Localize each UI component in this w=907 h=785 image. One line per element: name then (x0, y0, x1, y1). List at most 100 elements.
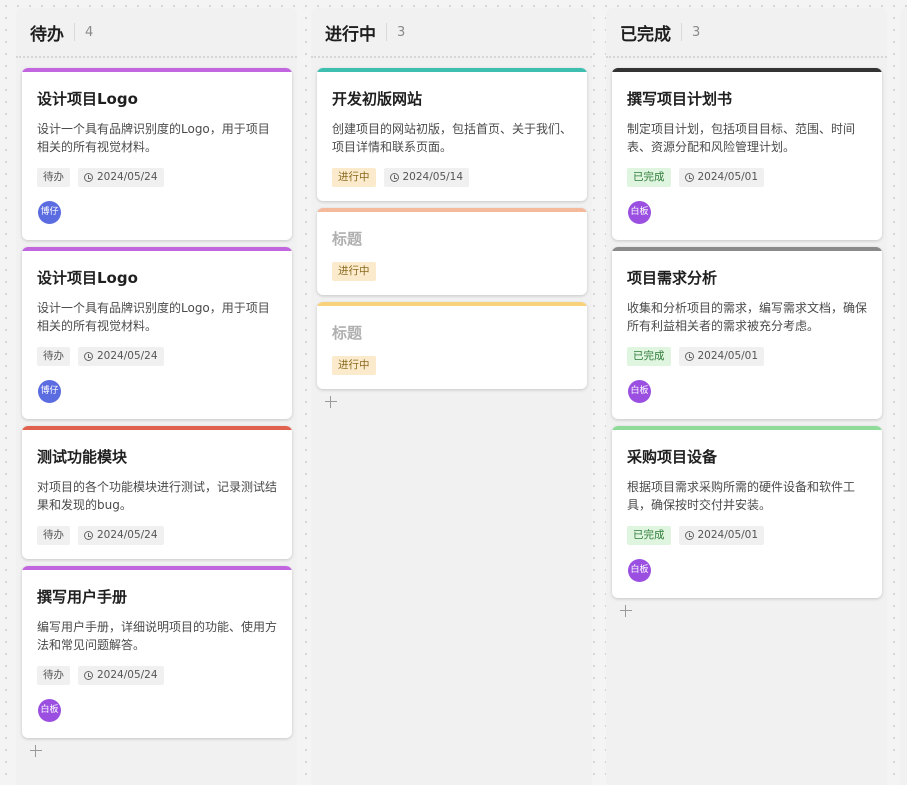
date-badge: 2024/05/01 (678, 168, 765, 187)
card-title: 项目需求分析 (627, 269, 718, 287)
card-tags: 待办 2024/05/24 (37, 526, 278, 545)
card-tags: 待办 2024/05/24 (37, 168, 278, 187)
header-divider (681, 23, 682, 41)
card-color-bar (22, 68, 292, 72)
date-badge: 2024/05/24 (78, 666, 164, 685)
column-next-edge (900, 8, 907, 785)
task-card[interactable]: 项目需求分析 收集和分析项目的需求，编写需求文档，确保所有利益相关者的需求被充分… (612, 247, 882, 419)
task-card[interactable]: 设计项目Logo 设计一个具有品牌识别度的Logo，用于项目相关的所有视觉材料。… (22, 247, 292, 419)
card-tags: 已完成 2024/05/01 (627, 168, 868, 187)
task-card[interactable]: 采购项目设备 根据项目需求采购所需的硬件设备和软件工具，确保按时交付并安装。 已… (612, 426, 882, 598)
date-badge: 2024/05/24 (78, 347, 164, 366)
task-card[interactable]: 开发初版网站 创建项目的网站初版，包括首页、关于我们、项目详情和联系页面。 进行… (317, 68, 587, 201)
status-badge: 进行中 (332, 168, 376, 187)
card-title: 开发初版网站 (332, 90, 423, 108)
task-card[interactable]: 标题 进行中 (317, 302, 587, 389)
card-description: 创建项目的网站初版，包括首页、关于我们、项目详情和联系页面。 (332, 122, 573, 154)
column-header: 进行中 3 (311, 8, 592, 58)
status-badge: 待办 (37, 347, 70, 366)
status-badge: 待办 (37, 666, 70, 685)
card-color-bar (317, 68, 587, 72)
date-text: 2024/05/01 (697, 350, 759, 362)
card-color-bar (612, 426, 882, 430)
add-card-icon[interactable] (620, 605, 632, 617)
card-description: 编写用户手册，详细说明项目的功能、使用方法和常见问题解答。 (37, 620, 278, 652)
card-color-bar (317, 302, 587, 306)
column-title: 已完成 (620, 24, 671, 45)
clock-icon (84, 173, 93, 182)
add-card-icon[interactable] (30, 745, 42, 757)
date-badge: 2024/05/01 (678, 526, 765, 545)
card-description: 设计一个具有品牌识别度的Logo，用于项目相关的所有视觉材料。 (37, 122, 270, 154)
task-card[interactable]: 设计项目Logo 设计一个具有品牌识别度的Logo，用于项目相关的所有视觉材料。… (22, 68, 292, 240)
task-card[interactable]: 标题 进行中 (317, 208, 587, 295)
card-description: 根据项目需求采购所需的硬件设备和软件工具，确保按时交付并安装。 (627, 480, 856, 512)
date-text: 2024/05/14 (402, 171, 464, 183)
date-text: 2024/05/24 (97, 171, 158, 183)
column-title: 进行中 (325, 24, 376, 45)
card-title: 撰写项目计划书 (627, 90, 733, 108)
clock-icon (84, 671, 93, 680)
column-count: 4 (85, 24, 94, 40)
clock-icon (389, 173, 399, 182)
column-header: 已完成 3 (606, 8, 887, 58)
card-tags: 已完成 2024/05/01 (627, 526, 868, 545)
card-tags: 待办 2024/05/24 (37, 347, 278, 366)
column-count: 3 (692, 24, 701, 40)
column-title: 待办 (30, 24, 64, 45)
card-description: 对项目的各个功能模块进行测试，记录测试结果和发现的bug。 (37, 480, 278, 512)
status-badge: 待办 (37, 168, 70, 187)
date-badge: 2024/05/24 (78, 168, 164, 187)
clock-icon (684, 531, 694, 540)
card-tags: 进行中 (332, 262, 573, 281)
avatar[interactable]: 白板 (628, 201, 651, 224)
card-title: 设计项目Logo (37, 90, 138, 108)
column-header: 待办 4 (16, 8, 297, 58)
card-description: 收集和分析项目的需求，编写需求文档，确保所有利益相关者的需求被充分考虑。 (627, 301, 868, 333)
clock-icon (84, 531, 93, 540)
task-card[interactable]: 测试功能模块 对项目的各个功能模块进行测试，记录测试结果和发现的bug。 待办 … (22, 426, 292, 559)
avatar[interactable]: 白板 (628, 559, 651, 582)
task-card[interactable]: 撰写用户手册 编写用户手册，详细说明项目的功能、使用方法和常见问题解答。 待办 … (22, 566, 292, 738)
status-badge: 已完成 (627, 347, 671, 366)
card-title: 撰写用户手册 (37, 588, 128, 606)
card-color-bar (22, 566, 292, 570)
card-title: 设计项目Logo (37, 269, 138, 287)
status-badge: 进行中 (332, 262, 376, 281)
column-todo: 待办 4 设计项目Logo 设计一个具有品牌识别度的Logo，用于项目相关的所有… (16, 8, 297, 785)
avatar[interactable]: 博仔 (38, 201, 61, 224)
header-divider (386, 23, 387, 41)
add-card-icon[interactable] (325, 396, 337, 408)
date-badge: 2024/05/24 (78, 526, 164, 545)
avatar[interactable]: 白板 (628, 380, 651, 403)
avatar[interactable]: 白板 (38, 699, 61, 722)
date-text: 2024/05/24 (97, 350, 158, 362)
task-card[interactable]: 撰写项目计划书 制定项目计划，包括项目目标、范围、时间表、资源分配和风险管理计划… (612, 68, 882, 240)
card-title: 标题 (332, 230, 363, 248)
card-list: 撰写项目计划书 制定项目计划，包括项目目标、范围、时间表、资源分配和风险管理计划… (612, 68, 882, 617)
card-tags: 已完成 2024/05/01 (627, 347, 868, 366)
card-description: 制定项目计划，包括项目目标、范围、时间表、资源分配和风险管理计划。 (627, 122, 856, 154)
card-color-bar (22, 426, 292, 430)
date-text: 2024/05/24 (97, 529, 158, 541)
clock-icon (684, 352, 694, 361)
card-title: 测试功能模块 (37, 448, 128, 466)
status-badge: 进行中 (332, 356, 376, 375)
date-badge: 2024/05/01 (678, 347, 765, 366)
date-text: 2024/05/01 (697, 171, 759, 183)
column-count: 3 (397, 24, 406, 40)
card-list: 设计项目Logo 设计一个具有品牌识别度的Logo，用于项目相关的所有视觉材料。… (22, 68, 292, 757)
kanban-board: 待办 4 设计项目Logo 设计一个具有品牌识别度的Logo，用于项目相关的所有… (0, 0, 907, 785)
column-done: 已完成 3 撰写项目计划书 制定项目计划，包括项目目标、范围、时间表、资源分配和… (606, 8, 887, 785)
status-badge: 已完成 (627, 526, 671, 545)
card-tags: 进行中 (332, 356, 573, 375)
status-badge: 已完成 (627, 168, 671, 187)
avatar[interactable]: 博仔 (38, 380, 61, 403)
card-color-bar (612, 68, 882, 72)
card-color-bar (22, 247, 292, 251)
clock-icon (684, 173, 694, 182)
card-tags: 待办 2024/05/24 (37, 666, 278, 685)
card-title: 采购项目设备 (627, 448, 718, 466)
header-divider (74, 23, 75, 41)
column-in-progress: 进行中 3 开发初版网站 创建项目的网站初版，包括首页、关于我们、项目详情和联系… (311, 8, 592, 785)
